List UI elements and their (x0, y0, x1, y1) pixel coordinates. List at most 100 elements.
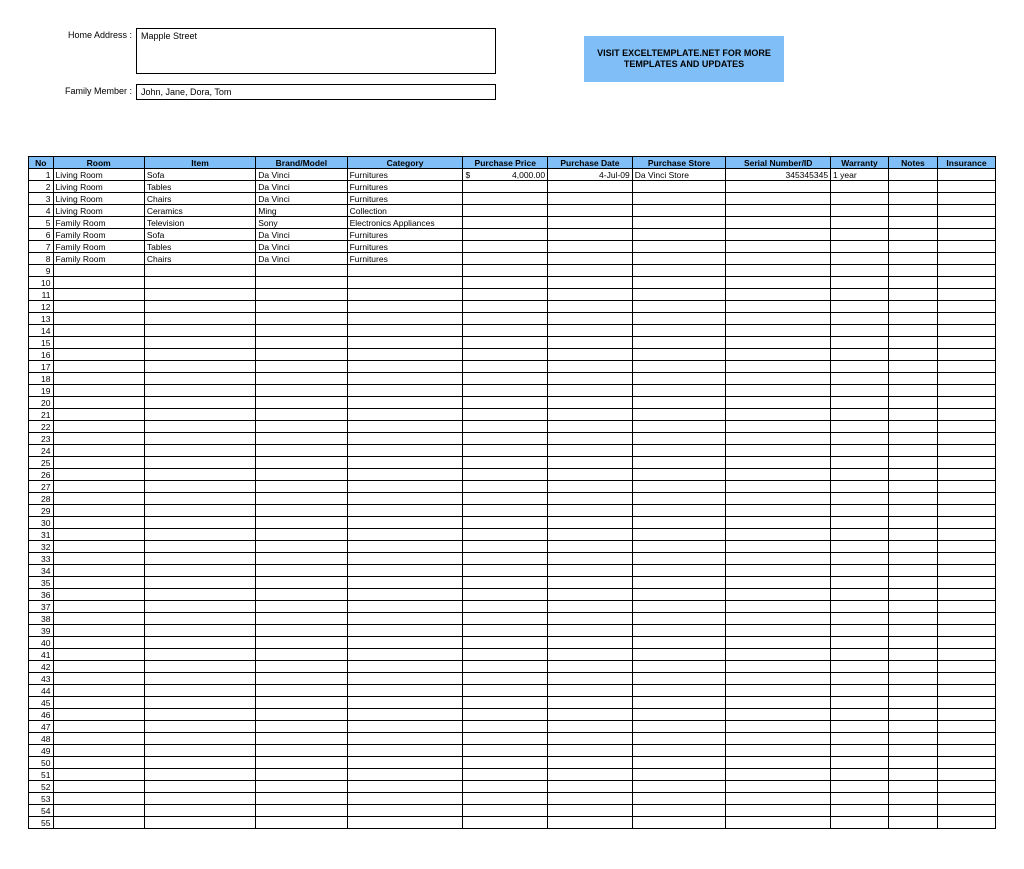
cell-warranty[interactable] (831, 697, 889, 709)
cell-notes[interactable] (888, 289, 937, 301)
cell-brand[interactable]: Da Vinci (256, 169, 347, 181)
cell-price[interactable] (463, 625, 548, 637)
cell-date[interactable] (548, 385, 633, 397)
cell-no[interactable]: 8 (29, 253, 54, 265)
cell-no[interactable]: 16 (29, 349, 54, 361)
cell-price[interactable] (463, 397, 548, 409)
cell-brand[interactable] (256, 361, 347, 373)
cell-store[interactable] (632, 433, 726, 445)
cell-brand[interactable] (256, 637, 347, 649)
cell-insurance[interactable] (937, 445, 995, 457)
cell-no[interactable]: 23 (29, 433, 54, 445)
cell-insurance[interactable] (937, 301, 995, 313)
cell-store[interactable] (632, 805, 726, 817)
cell-serial[interactable] (726, 529, 831, 541)
cell-date[interactable] (548, 469, 633, 481)
cell-no[interactable]: 53 (29, 793, 54, 805)
cell-no[interactable]: 5 (29, 217, 54, 229)
cell-store[interactable] (632, 625, 726, 637)
cell-price[interactable] (463, 793, 548, 805)
cell-item[interactable] (144, 373, 255, 385)
cell-room[interactable] (53, 601, 144, 613)
cell-warranty[interactable] (831, 325, 889, 337)
cell-room[interactable] (53, 277, 144, 289)
cell-notes[interactable] (888, 277, 937, 289)
cell-warranty[interactable] (831, 673, 889, 685)
cell-price[interactable] (463, 817, 548, 829)
cell-no[interactable]: 43 (29, 673, 54, 685)
cell-no[interactable]: 45 (29, 697, 54, 709)
cell-item[interactable] (144, 805, 255, 817)
cell-warranty[interactable] (831, 181, 889, 193)
cell-brand[interactable] (256, 337, 347, 349)
cell-insurance[interactable] (937, 313, 995, 325)
cell-date[interactable] (548, 445, 633, 457)
cell-room[interactable] (53, 481, 144, 493)
cell-category[interactable] (347, 745, 463, 757)
cell-date[interactable] (548, 733, 633, 745)
cell-item[interactable] (144, 505, 255, 517)
cell-item[interactable] (144, 649, 255, 661)
cell-no[interactable]: 38 (29, 613, 54, 625)
cell-warranty[interactable] (831, 349, 889, 361)
cell-store[interactable] (632, 421, 726, 433)
cell-no[interactable]: 25 (29, 457, 54, 469)
cell-insurance[interactable] (937, 733, 995, 745)
cell-date[interactable] (548, 721, 633, 733)
cell-price[interactable] (463, 229, 548, 241)
cell-date[interactable] (548, 301, 633, 313)
cell-item[interactable] (144, 325, 255, 337)
cell-date[interactable] (548, 241, 633, 253)
cell-notes[interactable] (888, 217, 937, 229)
cell-item[interactable] (144, 517, 255, 529)
cell-notes[interactable] (888, 673, 937, 685)
cell-item[interactable] (144, 385, 255, 397)
cell-no[interactable]: 32 (29, 541, 54, 553)
cell-store[interactable] (632, 325, 726, 337)
cell-date[interactable] (548, 517, 633, 529)
cell-price[interactable] (463, 313, 548, 325)
cell-item[interactable] (144, 421, 255, 433)
cell-room[interactable] (53, 625, 144, 637)
cell-warranty[interactable] (831, 217, 889, 229)
cell-warranty[interactable] (831, 373, 889, 385)
cell-store[interactable] (632, 517, 726, 529)
cell-warranty[interactable] (831, 541, 889, 553)
cell-warranty[interactable] (831, 253, 889, 265)
cell-date[interactable] (548, 457, 633, 469)
cell-brand[interactable] (256, 805, 347, 817)
cell-room[interactable]: Family Room (53, 229, 144, 241)
cell-item[interactable] (144, 577, 255, 589)
cell-room[interactable] (53, 457, 144, 469)
cell-category[interactable] (347, 673, 463, 685)
cell-warranty[interactable] (831, 517, 889, 529)
cell-no[interactable]: 17 (29, 361, 54, 373)
cell-item[interactable]: Chairs (144, 253, 255, 265)
cell-brand[interactable] (256, 493, 347, 505)
cell-date[interactable] (548, 373, 633, 385)
cell-notes[interactable] (888, 361, 937, 373)
cell-item[interactable] (144, 457, 255, 469)
cell-warranty[interactable] (831, 553, 889, 565)
cell-serial[interactable] (726, 733, 831, 745)
cell-insurance[interactable] (937, 589, 995, 601)
cell-category[interactable] (347, 457, 463, 469)
cell-room[interactable] (53, 757, 144, 769)
cell-brand[interactable] (256, 757, 347, 769)
cell-brand[interactable] (256, 433, 347, 445)
cell-category[interactable]: Furnitures (347, 193, 463, 205)
cell-insurance[interactable] (937, 361, 995, 373)
cell-serial[interactable] (726, 469, 831, 481)
cell-price[interactable] (463, 301, 548, 313)
cell-warranty[interactable] (831, 289, 889, 301)
cell-notes[interactable] (888, 421, 937, 433)
cell-brand[interactable] (256, 517, 347, 529)
cell-notes[interactable] (888, 709, 937, 721)
cell-brand[interactable]: Da Vinci (256, 229, 347, 241)
cell-notes[interactable] (888, 649, 937, 661)
cell-price[interactable] (463, 733, 548, 745)
cell-category[interactable] (347, 361, 463, 373)
cell-warranty[interactable] (831, 457, 889, 469)
cell-date[interactable] (548, 637, 633, 649)
cell-room[interactable]: Living Room (53, 181, 144, 193)
